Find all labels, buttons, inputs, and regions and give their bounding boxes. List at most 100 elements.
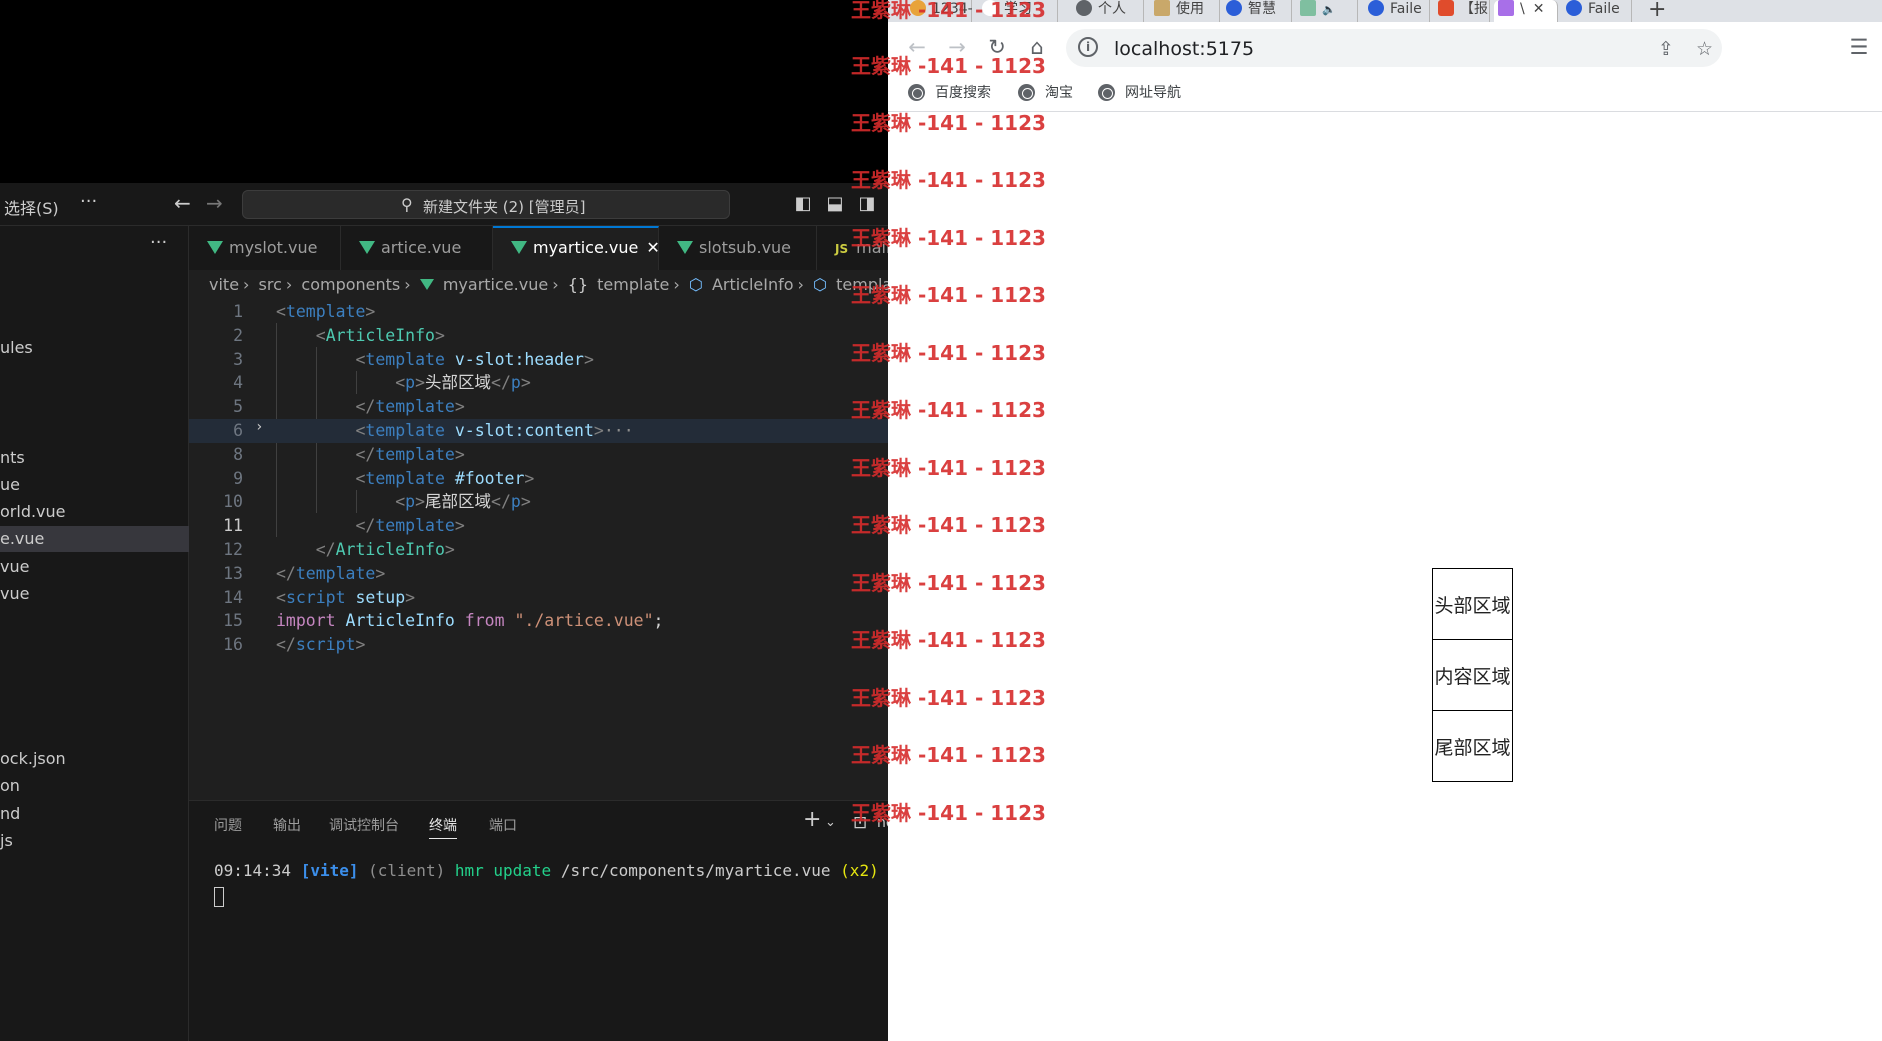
code-token: <: [395, 492, 406, 512]
close-tab-icon[interactable]: ✕: [646, 228, 659, 268]
line-number: 3: [233, 349, 243, 369]
tab-artice[interactable]: artice.vue: [341, 226, 493, 270]
code-text: </script>: [276, 633, 365, 657]
bookmark-label: 百度搜索: [935, 85, 991, 101]
breadcrumb-item[interactable]: src: [259, 275, 282, 294]
menu-select[interactable]: 选择(S): [4, 195, 59, 219]
breadcrumb-item[interactable]: components: [301, 275, 400, 294]
tab-slotsub[interactable]: slotsub.vue: [659, 226, 817, 270]
reading-list-icon[interactable]: ☰: [1846, 34, 1872, 60]
tab-problems[interactable]: 问题: [214, 815, 242, 835]
breadcrumb-item[interactable]: myartice.vue: [443, 275, 548, 294]
code-text: </template>: [276, 443, 465, 467]
code-token: <: [276, 302, 286, 321]
code-line[interactable]: 4 <p>头部区域</p>: [189, 371, 989, 395]
explorer-item[interactable]: orld.vue: [0, 499, 189, 525]
line-number: 16: [223, 635, 243, 655]
code-token: template: [285, 302, 366, 321]
code-token: <: [355, 421, 366, 440]
tab-label: Faile: [1390, 1, 1422, 17]
terminal-path: /src/components/myartice.vue: [560, 861, 831, 880]
vite-icon: [1498, 0, 1514, 16]
code-token: >: [454, 444, 465, 464]
code-token: ArticleInfo: [325, 325, 435, 345]
bookmark-star-icon[interactable]: ☆: [1696, 38, 1713, 60]
bookmark-nav[interactable]: 网址导航: [1098, 82, 1181, 102]
explorer-item[interactable]: js: [0, 828, 189, 854]
vue-file-icon: [359, 241, 375, 254]
forward-arrow-icon[interactable]: →: [206, 191, 223, 215]
browser-tab-active[interactable]: \ ✕: [1494, 0, 1558, 22]
code-token: <: [315, 325, 326, 345]
browser-tab[interactable]: Faile: [1364, 0, 1430, 22]
close-tab-icon[interactable]: ✕: [1533, 1, 1545, 17]
breadcrumb-item[interactable]: template: [597, 275, 669, 294]
explorer-item[interactable]: ules: [0, 335, 189, 361]
toggle-panel-icon[interactable]: ⬓: [824, 193, 846, 215]
tab-myartice[interactable]: myartice.vue ✕: [493, 226, 660, 270]
terminal-client: (client): [368, 861, 446, 880]
explorer-item-selected[interactable]: e.vue: [0, 526, 189, 552]
bookmark-baidu[interactable]: 百度搜索: [908, 82, 991, 102]
tab-debug-console[interactable]: 调试控制台: [329, 815, 399, 835]
command-center-search[interactable]: ⚲ 新建文件夹 (2) [管理员]: [242, 190, 730, 219]
browser-tab[interactable]: 🔈: [1296, 0, 1358, 22]
code-line[interactable]: 12 </ArticleInfo>: [189, 538, 989, 562]
breadcrumb-item[interactable]: ArticleInfo: [712, 275, 794, 294]
code-token: >: [355, 635, 366, 655]
line-number: 4: [233, 373, 243, 393]
terminal-hmr: hmr update: [454, 861, 552, 880]
tab-label: 使用: [1176, 1, 1204, 17]
add-terminal-icon[interactable]: +: [803, 807, 821, 832]
tab-output[interactable]: 输出: [273, 815, 301, 835]
cube-icon: ⬡: [813, 275, 828, 294]
chevron-down-icon[interactable]: ⌄: [825, 815, 836, 830]
back-arrow-icon[interactable]: ←: [174, 191, 191, 215]
explorer-item[interactable]: on: [0, 773, 189, 799]
footer-area: 尾部区域: [1432, 710, 1513, 782]
browser-tab[interactable]: 个人: [1072, 0, 1144, 22]
explorer-item[interactable]: nd: [0, 801, 189, 827]
explorer-item[interactable]: vue: [0, 581, 189, 607]
browser-tab[interactable]: 智慧: [1222, 0, 1292, 22]
bookmark-taobao[interactable]: 淘宝: [1018, 82, 1073, 102]
explorer-item[interactable]: ock.json: [0, 746, 189, 772]
tab-myslot[interactable]: myslot.vue: [189, 226, 341, 270]
tab-terminal[interactable]: 终端: [429, 815, 457, 839]
explorer-item[interactable]: nts: [0, 445, 189, 471]
info-icon[interactable]: i: [1078, 37, 1098, 57]
code-token: >: [454, 397, 465, 417]
code-token: template: [365, 468, 445, 488]
watermark-text: 王紫琳 -141 - 1123: [851, 0, 1046, 22]
tab-ports[interactable]: 端口: [489, 815, 517, 835]
toggle-sidebar-icon[interactable]: ◧: [792, 193, 814, 215]
breadcrumb-item[interactable]: vite: [209, 275, 239, 294]
address-bar[interactable]: i localhost:5175 ⇪ ☆: [1066, 29, 1722, 67]
audio-icon[interactable]: 🔈: [1322, 3, 1336, 16]
browser-tab[interactable]: 使用: [1150, 0, 1220, 22]
code-token: <: [355, 468, 366, 488]
fold-chevron-icon[interactable]: ›: [255, 419, 263, 435]
menu-more[interactable]: ···: [80, 191, 97, 212]
explorer-more[interactable]: ···: [150, 232, 167, 253]
watermark-text: 王紫琳 -141 - 1123: [851, 513, 1046, 537]
line-number: 1: [233, 302, 243, 321]
share-icon[interactable]: ⇪: [1658, 38, 1674, 60]
chevron-right-icon: ›: [797, 275, 804, 294]
chevron-right-icon: ›: [552, 275, 559, 294]
code-token: template: [295, 563, 376, 583]
toggle-secondary-sidebar-icon[interactable]: ◨: [856, 193, 878, 215]
code-token: >: [365, 302, 376, 321]
explorer-item[interactable]: vue: [0, 554, 189, 580]
explorer-item[interactable]: ue: [0, 472, 189, 498]
new-tab-icon[interactable]: +: [1648, 0, 1666, 22]
browser-tab[interactable]: Faile: [1562, 0, 1632, 22]
browser-tab[interactable]: 【报: [1434, 0, 1490, 22]
